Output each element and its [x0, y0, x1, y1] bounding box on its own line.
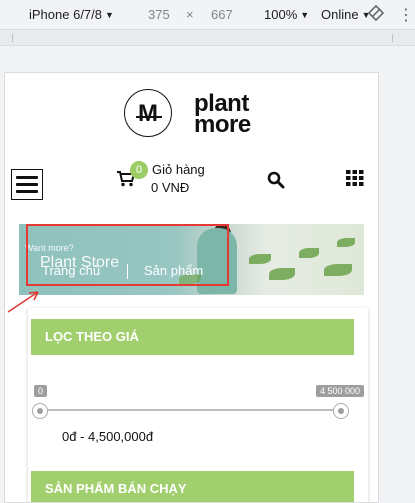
width-input[interactable]: 375 [148, 7, 170, 22]
logo-word-line2: more [194, 111, 251, 138]
network-throttle-select[interactable]: Online ▼ [321, 7, 371, 22]
devtools-device-toolbar: iPhone 6/7/8 ▼ 375 × 667 100% ▼ Online ▼ ⋮ [0, 0, 415, 30]
grid-menu-icon[interactable] [346, 170, 364, 186]
logo-wordmark: plant more [194, 92, 251, 138]
chevron-down-icon: ▼ [105, 10, 114, 20]
dimension-separator: × [186, 7, 194, 22]
banner-plant-leaf [337, 238, 355, 247]
cart-total: 0 VNĐ [151, 180, 190, 195]
height-input[interactable]: 667 [211, 7, 233, 22]
menu-toggle-button[interactable] [11, 169, 43, 200]
site-logo[interactable]: M plant more [124, 87, 264, 141]
hamburger-icon [16, 176, 38, 179]
search-icon[interactable] [267, 171, 285, 189]
more-options-icon[interactable]: ⋮ [398, 5, 414, 25]
annotation-highlight-box [26, 224, 229, 286]
best-sellers-heading: SẢN PHẨM BÁN CHẠY [31, 471, 354, 502]
banner-plant-leaf [324, 264, 352, 276]
price-max-tooltip: 4 500 000 [316, 385, 365, 397]
rotate-icon[interactable] [367, 4, 385, 24]
price-min-handle[interactable] [32, 403, 48, 419]
price-max-handle[interactable] [333, 403, 349, 419]
cart-count-badge: 0 [130, 161, 148, 179]
device-select[interactable]: iPhone 6/7/8 ▼ [29, 7, 114, 22]
zoom-select[interactable]: 100% ▼ [264, 7, 309, 22]
banner-plant-leaf [299, 248, 319, 258]
network-label: Online [321, 7, 359, 22]
device-label: iPhone 6/7/8 [29, 7, 103, 22]
price-min-tooltip: 0 [34, 385, 48, 397]
logo-monogram: M [124, 89, 172, 137]
logo-monogram-letter: M [138, 100, 158, 127]
media-query-ruler [0, 30, 415, 46]
banner-plant-leaf [249, 254, 271, 264]
zoom-label: 100% [264, 7, 298, 22]
chevron-down-icon: ▼ [300, 10, 310, 20]
cart-label[interactable]: Giỏ hàng [152, 162, 205, 177]
price-filter-heading: LỌC THEO GIÁ [31, 319, 354, 355]
annotation-arrow-icon [7, 291, 39, 313]
price-slider-track[interactable] [40, 409, 342, 411]
mobile-page: M plant more 0 Giỏ hàng 0 VNĐ Want more?… [4, 72, 379, 503]
filter-sidebar: LỌC THEO GIÁ SẢN PHẨM BÁN CHẠY [28, 308, 368, 502]
price-range-text: 0đ - 4,500,000đ [62, 429, 154, 444]
banner-plant-leaf [269, 268, 295, 280]
